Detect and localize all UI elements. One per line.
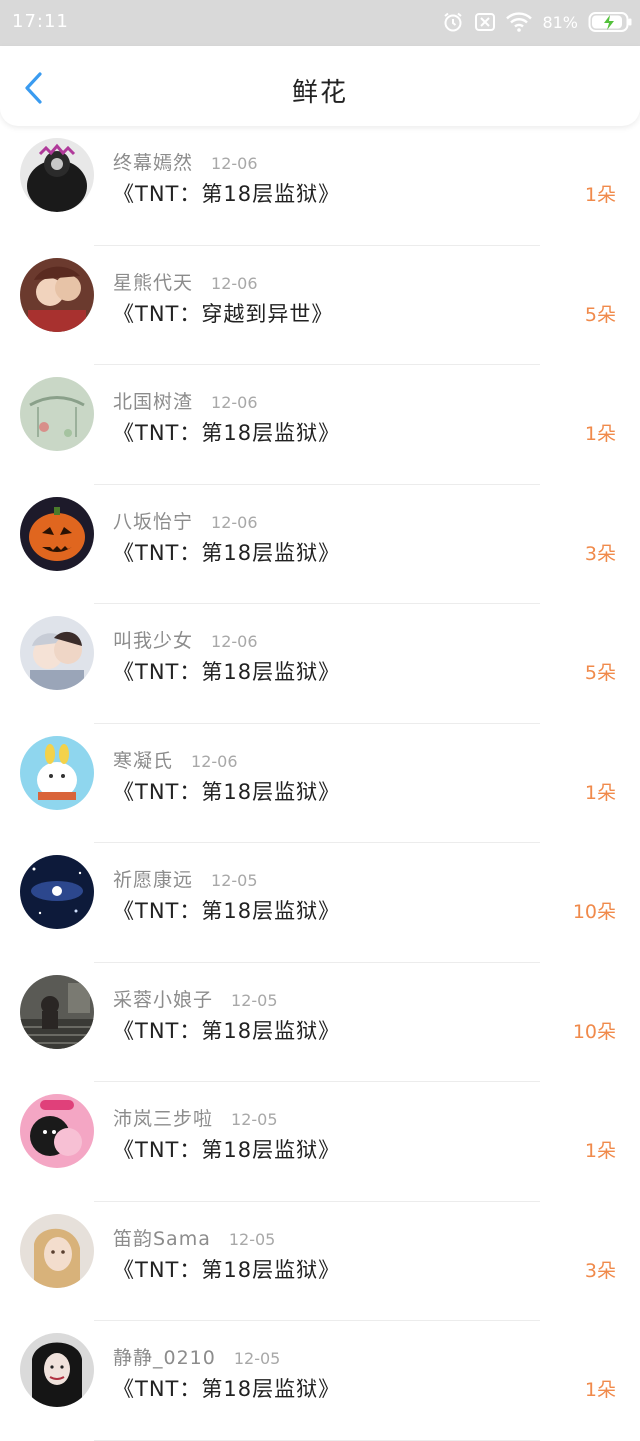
list-item[interactable]: 八坂怡宁 12-06 《TNT：第18层监狱》 3朵 bbox=[0, 485, 640, 605]
avatar[interactable] bbox=[20, 377, 94, 451]
user-line: 北国树渣 12-06 bbox=[113, 387, 258, 414]
user-line: 叫我少女 12-06 bbox=[113, 626, 258, 653]
avatar[interactable] bbox=[20, 1213, 94, 1288]
status-time: 17:11 bbox=[12, 11, 69, 32]
list-item[interactable]: 叫我少女 12-06 《TNT：第18层监狱》 5朵 bbox=[0, 604, 640, 724]
flower-count: 5朵 bbox=[584, 303, 616, 326]
date: 12-05 bbox=[228, 1229, 276, 1249]
list-item[interactable]: 沛岚三步啦 12-05 《TNT：第18层监狱》 1朵 bbox=[0, 1082, 640, 1202]
book-title: 《TNT：第18层监狱》 bbox=[113, 1377, 341, 1401]
list-item[interactable]: 寒凝氏 12-06 《TNT：第18层监狱》 1朵 bbox=[0, 724, 640, 844]
username: 北国树渣 bbox=[113, 391, 194, 413]
avatar[interactable] bbox=[20, 1094, 94, 1168]
sim-icon bbox=[474, 12, 496, 32]
list-item[interactable]: 北国树渣 12-06 《TNT：第18层监狱》 1朵 bbox=[0, 365, 640, 485]
username: 终幕嫣然 bbox=[113, 152, 194, 174]
status-bar: 17:11 81% bbox=[0, 0, 640, 46]
date: 12-05 bbox=[231, 990, 278, 1010]
avatar[interactable] bbox=[20, 974, 94, 1049]
book-title: 《TNT：第18层监狱》 bbox=[113, 421, 341, 445]
flower-count: 1朵 bbox=[584, 781, 616, 804]
list-item[interactable]: 笛韵Sama 12-05 《TNT：第18层监狱》 3朵 bbox=[0, 1202, 640, 1322]
list-item[interactable]: 祈愿康远 12-05 《TNT：第18层监狱》 10朵 bbox=[0, 843, 640, 963]
user-line: 静静_0210 12-05 bbox=[113, 1343, 280, 1370]
username: 八坂怡宁 bbox=[113, 510, 194, 533]
username: 采蓉小娘子 bbox=[113, 988, 214, 1011]
list-item[interactable]: 静静_0210 12-05 《TNT：第18层监狱》 1朵 bbox=[0, 1321, 640, 1441]
flower-count: 1朵 bbox=[584, 423, 616, 445]
book-title: 《TNT：第18层监狱》 bbox=[113, 182, 341, 206]
flower-count: 3朵 bbox=[584, 1259, 616, 1282]
battery-icon bbox=[588, 11, 632, 33]
book-title: 《TNT：穿越到异世》 bbox=[113, 301, 334, 326]
book-title: 《TNT：第18层监狱》 bbox=[113, 1257, 341, 1282]
user-line: 祈愿康远 12-05 bbox=[113, 865, 258, 892]
wifi-icon bbox=[506, 12, 533, 32]
date: 12-06 bbox=[211, 512, 258, 532]
book-title: 《TNT：第18层监狱》 bbox=[113, 540, 341, 565]
username: 叫我少女 bbox=[113, 630, 194, 652]
date: 12-06 bbox=[211, 154, 258, 173]
user-line: 终幕嫣然 12-06 bbox=[113, 148, 258, 175]
user-line: 笛韵Sama 12-05 bbox=[113, 1224, 275, 1251]
flower-count: 10朵 bbox=[572, 901, 616, 923]
date: 12-06 bbox=[211, 632, 258, 651]
date: 12-05 bbox=[233, 1349, 281, 1368]
username: 祈愿康远 bbox=[113, 869, 194, 891]
user-line: 采蓉小娘子 12-05 bbox=[113, 985, 278, 1012]
user-line: 八坂怡宁 12-06 bbox=[113, 507, 258, 534]
flower-count: 10朵 bbox=[572, 1020, 616, 1043]
book-title: 《TNT：第18层监狱》 bbox=[113, 899, 341, 923]
avatar[interactable] bbox=[20, 257, 94, 332]
user-line: 星熊代天 12-06 bbox=[113, 268, 258, 295]
user-line: 寒凝氏 12-06 bbox=[113, 746, 238, 773]
username: 笛韵Sama bbox=[113, 1227, 211, 1250]
username: 静静_0210 bbox=[113, 1347, 216, 1369]
flower-count: 1朵 bbox=[584, 1140, 616, 1162]
avatar[interactable] bbox=[20, 138, 94, 212]
status-icons: 81% bbox=[442, 10, 632, 34]
flower-count: 1朵 bbox=[584, 1379, 616, 1401]
list-item[interactable]: 采蓉小娘子 12-05 《TNT：第18层监狱》 10朵 bbox=[0, 963, 640, 1083]
book-title: 《TNT：第18层监狱》 bbox=[113, 779, 341, 804]
avatar[interactable] bbox=[20, 496, 94, 571]
avatar[interactable] bbox=[20, 735, 94, 810]
date: 12-05 bbox=[231, 1110, 278, 1129]
avatar[interactable] bbox=[20, 1333, 94, 1407]
date: 12-06 bbox=[211, 273, 258, 293]
username: 寒凝氏 bbox=[113, 749, 174, 772]
alarm-icon bbox=[442, 11, 464, 33]
avatar[interactable] bbox=[20, 855, 94, 929]
username: 星熊代天 bbox=[113, 271, 194, 294]
page-title: 鲜花 bbox=[291, 78, 348, 108]
user-line: 沛岚三步啦 12-05 bbox=[113, 1104, 278, 1131]
date: 12-05 bbox=[211, 871, 258, 890]
avatar[interactable] bbox=[20, 616, 94, 690]
book-title: 《TNT：第18层监狱》 bbox=[113, 1138, 341, 1162]
list-item[interactable]: 星熊代天 12-06 《TNT：穿越到异世》 5朵 bbox=[0, 246, 640, 366]
date: 12-06 bbox=[191, 751, 238, 771]
date: 12-06 bbox=[211, 393, 258, 412]
book-title: 《TNT：第18层监狱》 bbox=[113, 660, 341, 684]
flower-list: 终幕嫣然 12-06 《TNT：第18层监狱》 1朵 星熊代天 12-06 《T… bbox=[0, 126, 640, 1441]
nav-bar: 鲜花 bbox=[0, 46, 640, 126]
book-title: 《TNT：第18层监狱》 bbox=[113, 1018, 341, 1043]
flower-count: 3朵 bbox=[584, 542, 616, 565]
battery-percent: 81% bbox=[542, 12, 578, 32]
username: 沛岚三步啦 bbox=[113, 1108, 214, 1130]
list-item[interactable]: 终幕嫣然 12-06 《TNT：第18层监狱》 1朵 bbox=[0, 126, 640, 246]
flower-count: 5朵 bbox=[584, 662, 616, 684]
flower-count: 1朵 bbox=[584, 184, 616, 206]
